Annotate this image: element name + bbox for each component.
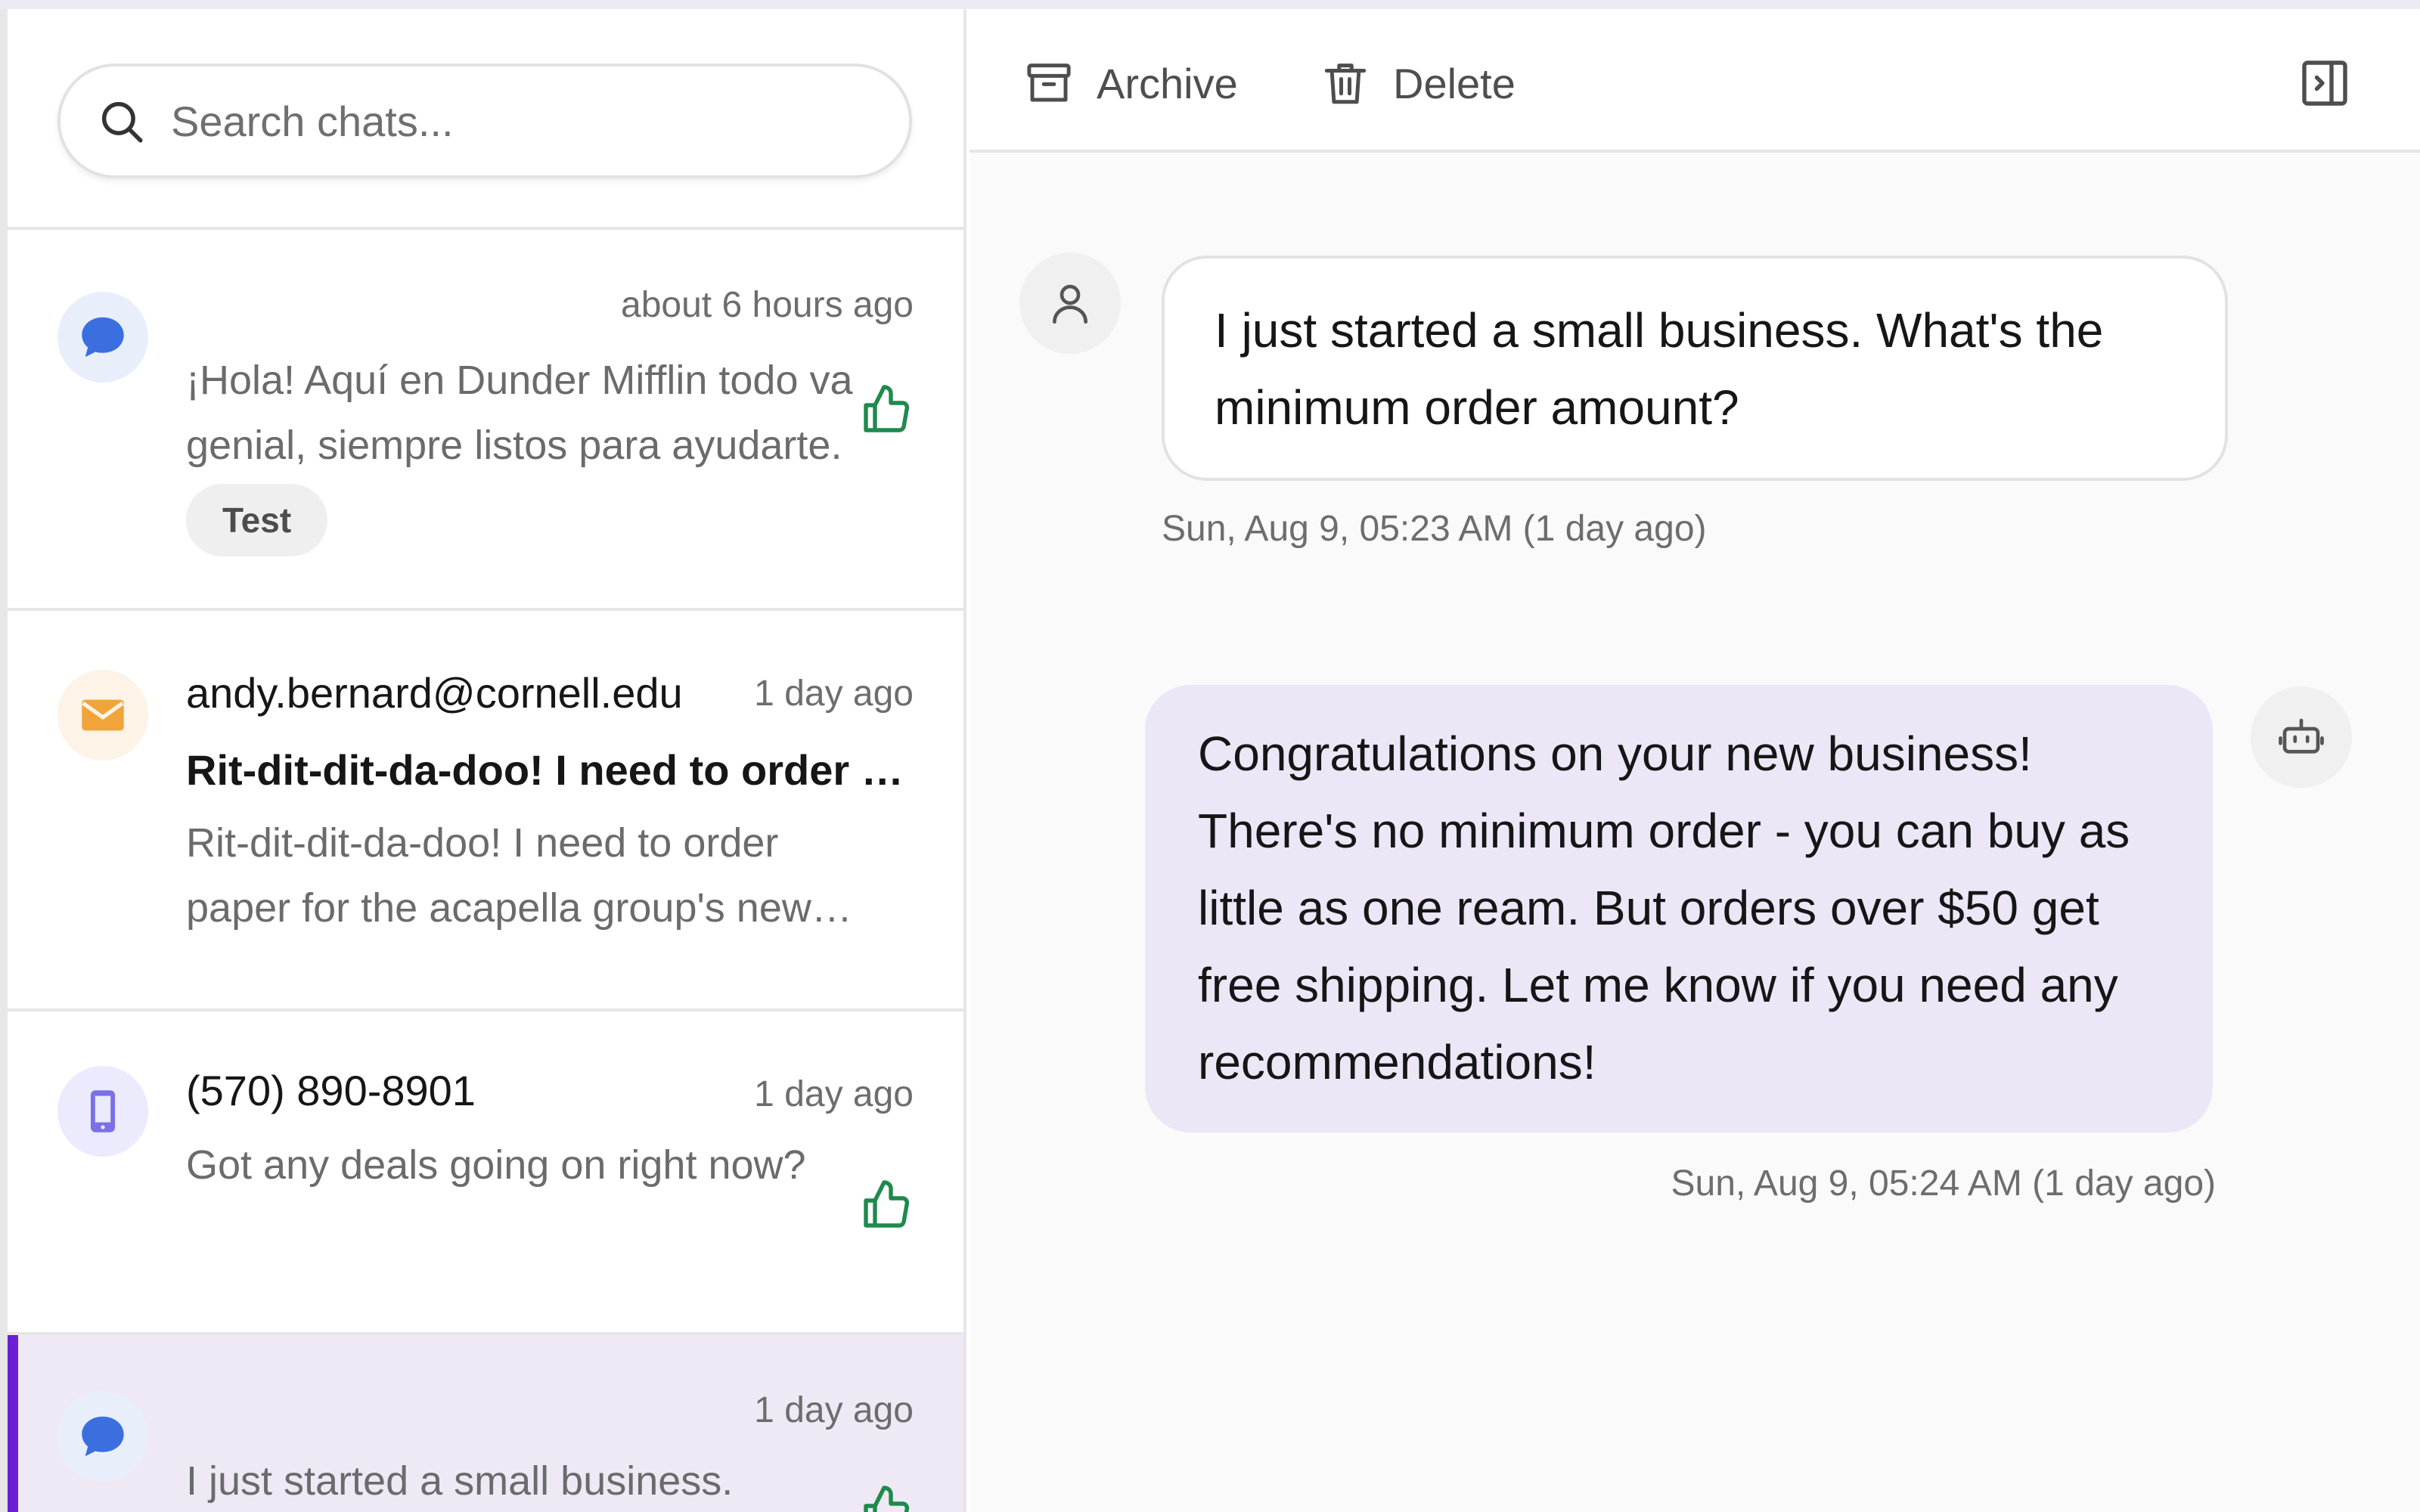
thumbs-up-icon [864, 1486, 910, 1512]
phone-icon [90, 1090, 116, 1132]
search-box[interactable] [57, 64, 912, 178]
search-input[interactable] [171, 83, 882, 159]
email-icon [82, 699, 124, 731]
chat-time: 1 day ago [754, 674, 914, 714]
bot-icon [2279, 718, 2324, 754]
chat-time: 1 day ago [754, 1074, 914, 1114]
search-icon [101, 101, 143, 143]
chat-channel-icon [57, 292, 148, 383]
app-window: about 6 hours ago ¡Hola! Aquí en Dunder … [0, 0, 2420, 1512]
chat-tag: Test [186, 484, 328, 556]
chat-sender: (570) 890-8901 [186, 1067, 476, 1114]
chat-subject: Rit-dit-dit-da-doo! I need to order pape… [186, 746, 912, 794]
chat-channel-icon [57, 1066, 148, 1157]
conversation-toolbar: Archive Delete [970, 9, 2420, 153]
panel-toggle-icon[interactable] [2297, 56, 2352, 110]
chat-channel-icon [57, 670, 148, 761]
archive-button[interactable]: Archive [1024, 53, 1238, 113]
assistant-message-timestamp: Sun, Aug 9, 05:24 AM (1 day ago) [1671, 1163, 2217, 1204]
chat-list-item[interactable]: (570) 890-8901 1 day ago Got any deals g… [8, 1012, 963, 1335]
chat-list-item-selected[interactable]: 1 day ago I just started a small busines… [8, 1335, 963, 1512]
conversation-panel: Archive Delete I just started a small bu… [970, 9, 2420, 1512]
user-message-timestamp: Sun, Aug 9, 05:23 AM (1 day ago) [1162, 509, 1707, 549]
archive-icon [1027, 64, 1071, 102]
window-edge [0, 9, 8, 1512]
trash-icon [1324, 64, 1367, 104]
bot-avatar [2251, 686, 2352, 788]
chat-time: 1 day ago [754, 1390, 914, 1430]
chat-channel-icon [57, 1391, 148, 1482]
chat-list-item[interactable]: andy.bernard@cornell.edu 1 day ago Rit-d… [8, 611, 963, 1012]
thumbs-up-icon [864, 1180, 910, 1228]
thumbs-up-icon [864, 385, 910, 432]
chat-preview: I just started a small business. [186, 1458, 734, 1504]
chat-time: about 6 hours ago [621, 285, 914, 325]
chat-bubble-icon [82, 1416, 124, 1457]
chat-preview: Rit-dit-dit-da-doo! I need to order pape… [186, 820, 811, 931]
assistant-message: Congratulations on your new business! Th… [1145, 685, 2213, 1132]
user-icon [1053, 284, 1087, 324]
user-message: I just started a small business. What's … [1162, 256, 2228, 481]
user-avatar [1019, 253, 1121, 354]
archive-label: Archive [1097, 59, 1238, 107]
chat-sender: andy.bernard@cornell.edu [186, 669, 683, 717]
chat-sidebar: about 6 hours ago ¡Hola! Aquí en Dunder … [8, 9, 966, 1512]
search-area [8, 9, 963, 230]
delete-label: Delete [1393, 59, 1516, 107]
chat-list-item[interactable]: about 6 hours ago ¡Hola! Aquí en Dunder … [8, 230, 963, 611]
chat-preview: Got any deals going on right now? [186, 1142, 806, 1188]
chat-preview: ¡Hola! Aquí en Dunder Mifflin todo va ge… [186, 358, 853, 468]
chat-bubble-icon [82, 317, 124, 358]
delete-button[interactable]: Delete [1320, 53, 1516, 113]
